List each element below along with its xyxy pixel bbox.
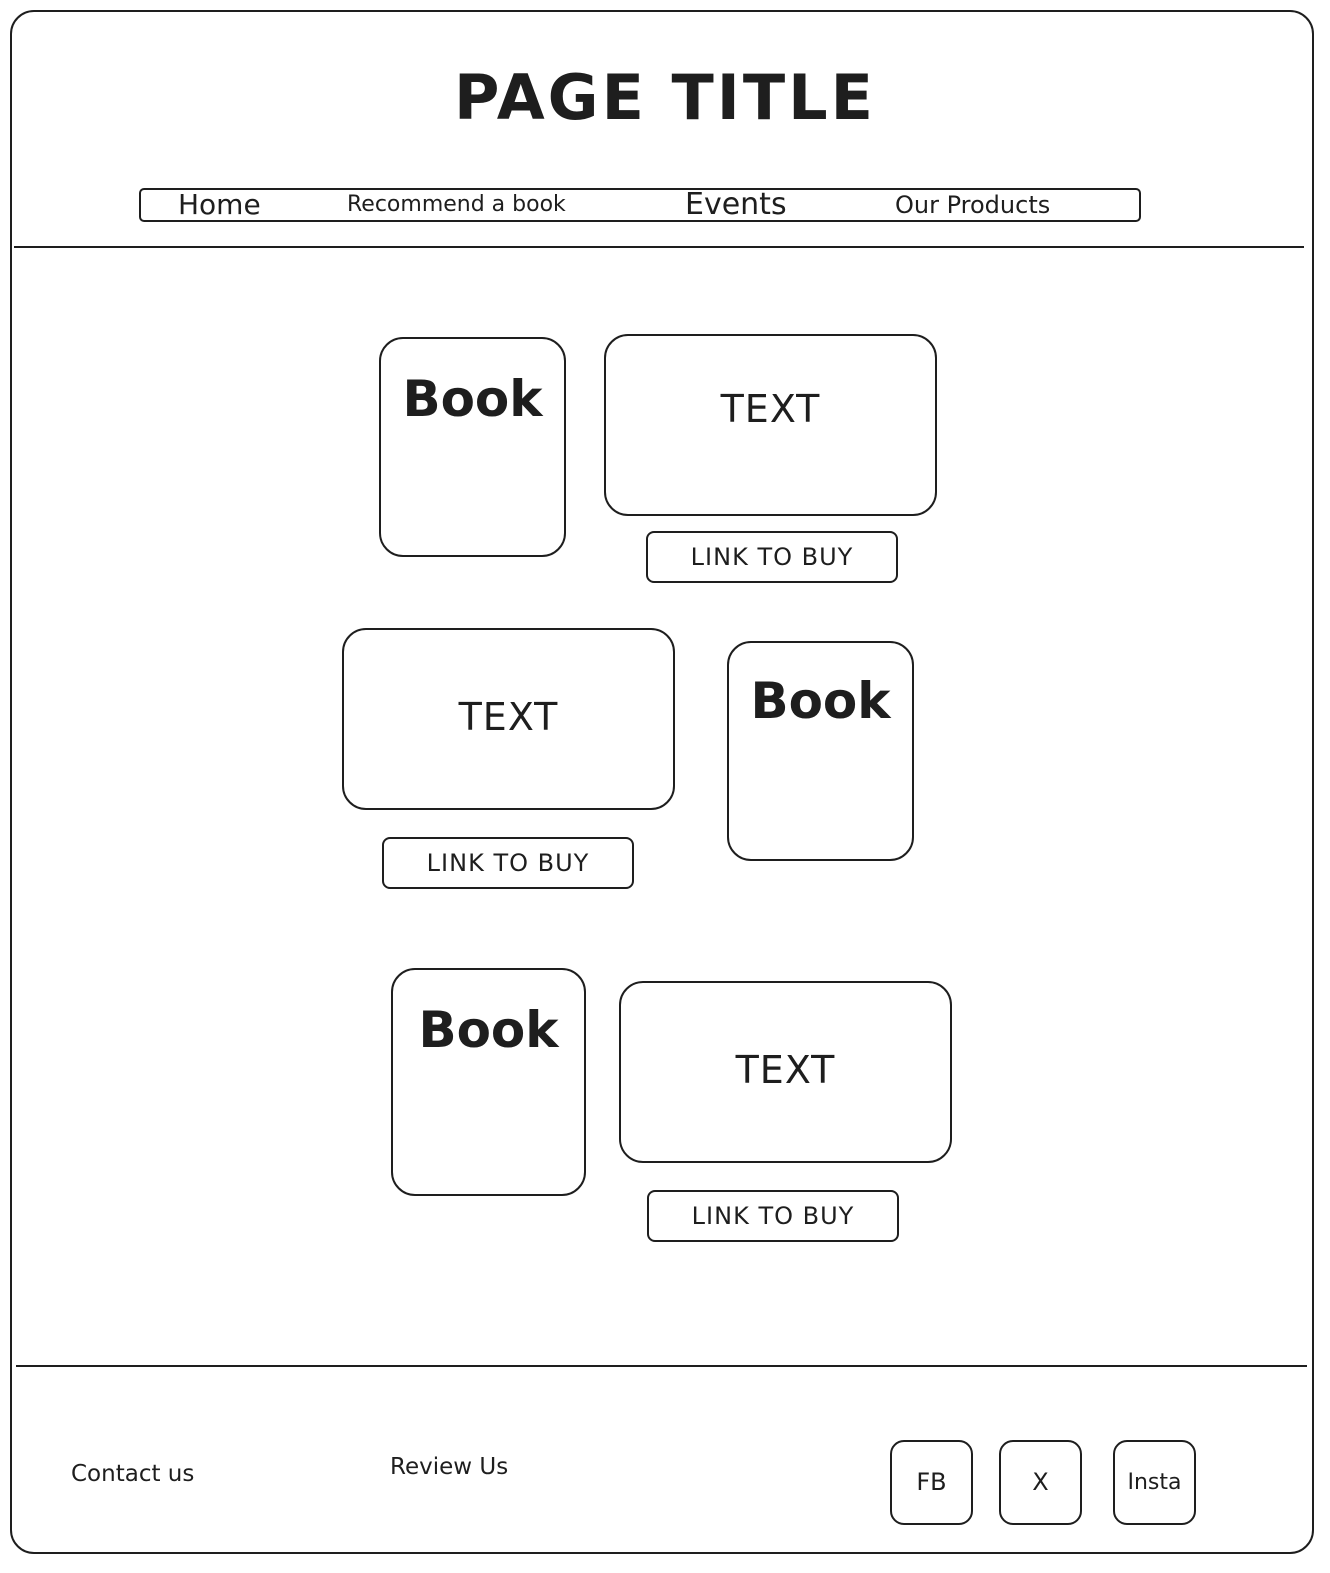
link-to-buy-button[interactable]: LINK TO BUY [646, 531, 898, 583]
link-to-buy-button[interactable]: LINK TO BUY [382, 837, 634, 889]
book-description: TEXT [619, 981, 952, 1163]
book-description: TEXT [604, 334, 937, 516]
review-us-link[interactable]: Review Us [390, 1452, 508, 1482]
book-cover[interactable]: Book [727, 641, 914, 861]
contact-us-link[interactable]: Contact us [71, 1459, 194, 1489]
book-cover[interactable]: Book [379, 337, 566, 557]
link-to-buy-button[interactable]: LINK TO BUY [647, 1190, 899, 1242]
nav-item-recommend-a-book[interactable]: Recommend a book [347, 190, 566, 220]
nav-item-our-products[interactable]: Our Products [895, 190, 1050, 220]
instagram-button[interactable]: Insta [1113, 1440, 1196, 1525]
book-cover[interactable]: Book [391, 968, 586, 1196]
facebook-button[interactable]: FB [890, 1440, 973, 1525]
description-text: TEXT [720, 387, 821, 431]
description-text: TEXT [458, 695, 559, 739]
description-text: TEXT [735, 1048, 836, 1092]
footer-divider [16, 1365, 1307, 1367]
nav-item-events[interactable]: Events [685, 190, 787, 220]
book-label: Book [750, 672, 891, 730]
page-title: PAGE TITLE [453, 61, 877, 134]
nav-item-home[interactable]: Home [178, 190, 261, 220]
header-divider [14, 246, 1304, 248]
book-description: TEXT [342, 628, 675, 810]
main-nav: Home Recommend a book Events Our Product… [139, 188, 1141, 222]
book-label: Book [402, 370, 543, 428]
x-button[interactable]: X [999, 1440, 1082, 1525]
book-label: Book [418, 1001, 559, 1059]
